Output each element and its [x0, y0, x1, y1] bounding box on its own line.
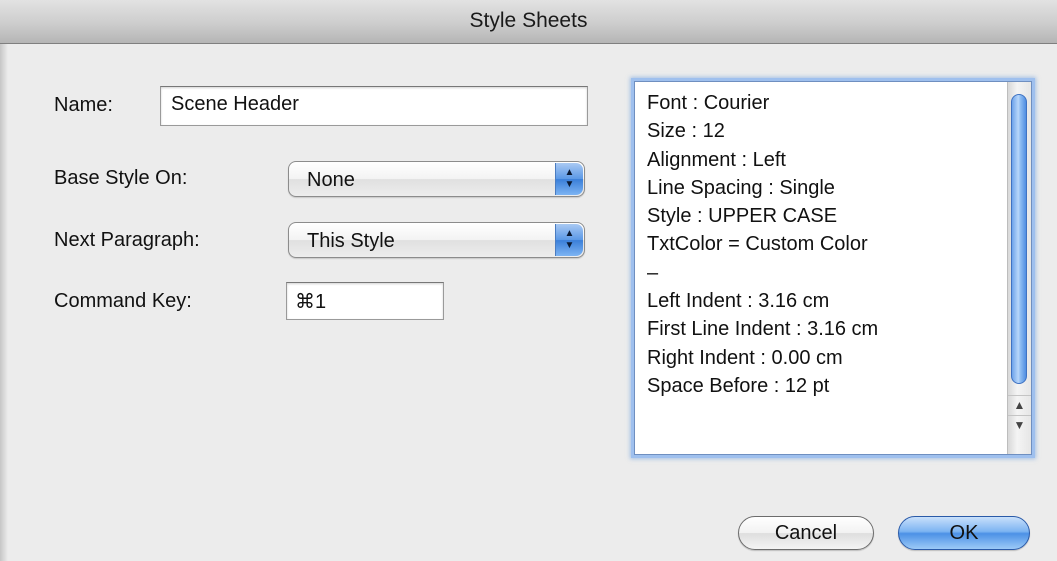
base-style-label: Base Style On: — [54, 167, 188, 189]
list-item: Left Indent : 3.16 cm — [647, 290, 830, 313]
list-item: First Line Indent : 3.16 cm — [647, 318, 879, 341]
title-bar[interactable]: Style Sheets — [0, 0, 1057, 44]
cancel-button[interactable]: Cancel — [738, 516, 874, 550]
vertical-scrollbar[interactable]: ▲ ▼ — [1007, 82, 1031, 454]
command-key-label: Command Key: — [54, 290, 192, 312]
base-style-popup[interactable]: None ▲ ▼ — [288, 161, 585, 197]
properties-lines: Font : Courier Size : 12 Alignment : Lef… — [647, 89, 1007, 449]
list-item: Space Before : 12 pt — [647, 374, 830, 397]
list-item: TxtColor = Custom Color — [647, 233, 868, 256]
name-label: Name: — [54, 94, 113, 116]
up-down-arrows-icon: ▲ ▼ — [555, 224, 583, 256]
scroll-down-arrow-icon[interactable]: ▼ — [1008, 415, 1031, 434]
list-item: Alignment : Left — [647, 148, 786, 171]
style-sheets-dialog: Style Sheets Name: Scene Header Base Sty… — [0, 0, 1057, 561]
list-item: Line Spacing : Single — [647, 176, 835, 199]
name-field[interactable]: Scene Header — [160, 86, 588, 126]
window-edge-shadow — [0, 44, 8, 561]
list-item: Size : 12 — [647, 120, 725, 143]
next-paragraph-value: This Style — [307, 230, 395, 252]
command-key-field[interactable]: ⌘1 — [286, 282, 444, 320]
style-properties-list[interactable]: Font : Courier Size : 12 Alignment : Lef… — [634, 81, 1032, 455]
scrollbar-thumb[interactable] — [1011, 94, 1027, 384]
ok-button[interactable]: OK — [898, 516, 1030, 550]
list-item: Font : Courier — [647, 92, 770, 114]
next-paragraph-popup[interactable]: This Style ▲ ▼ — [288, 222, 585, 258]
window-title: Style Sheets — [469, 9, 588, 32]
base-style-value: None — [307, 169, 355, 191]
list-item: – — [647, 261, 659, 284]
scroll-up-arrow-icon[interactable]: ▲ — [1008, 395, 1031, 414]
list-item: Style : UPPER CASE — [647, 205, 838, 228]
up-down-arrows-icon: ▲ ▼ — [555, 163, 583, 195]
list-item: Right Indent : 0.00 cm — [647, 346, 843, 369]
next-paragraph-label: Next Paragraph: — [54, 229, 200, 251]
